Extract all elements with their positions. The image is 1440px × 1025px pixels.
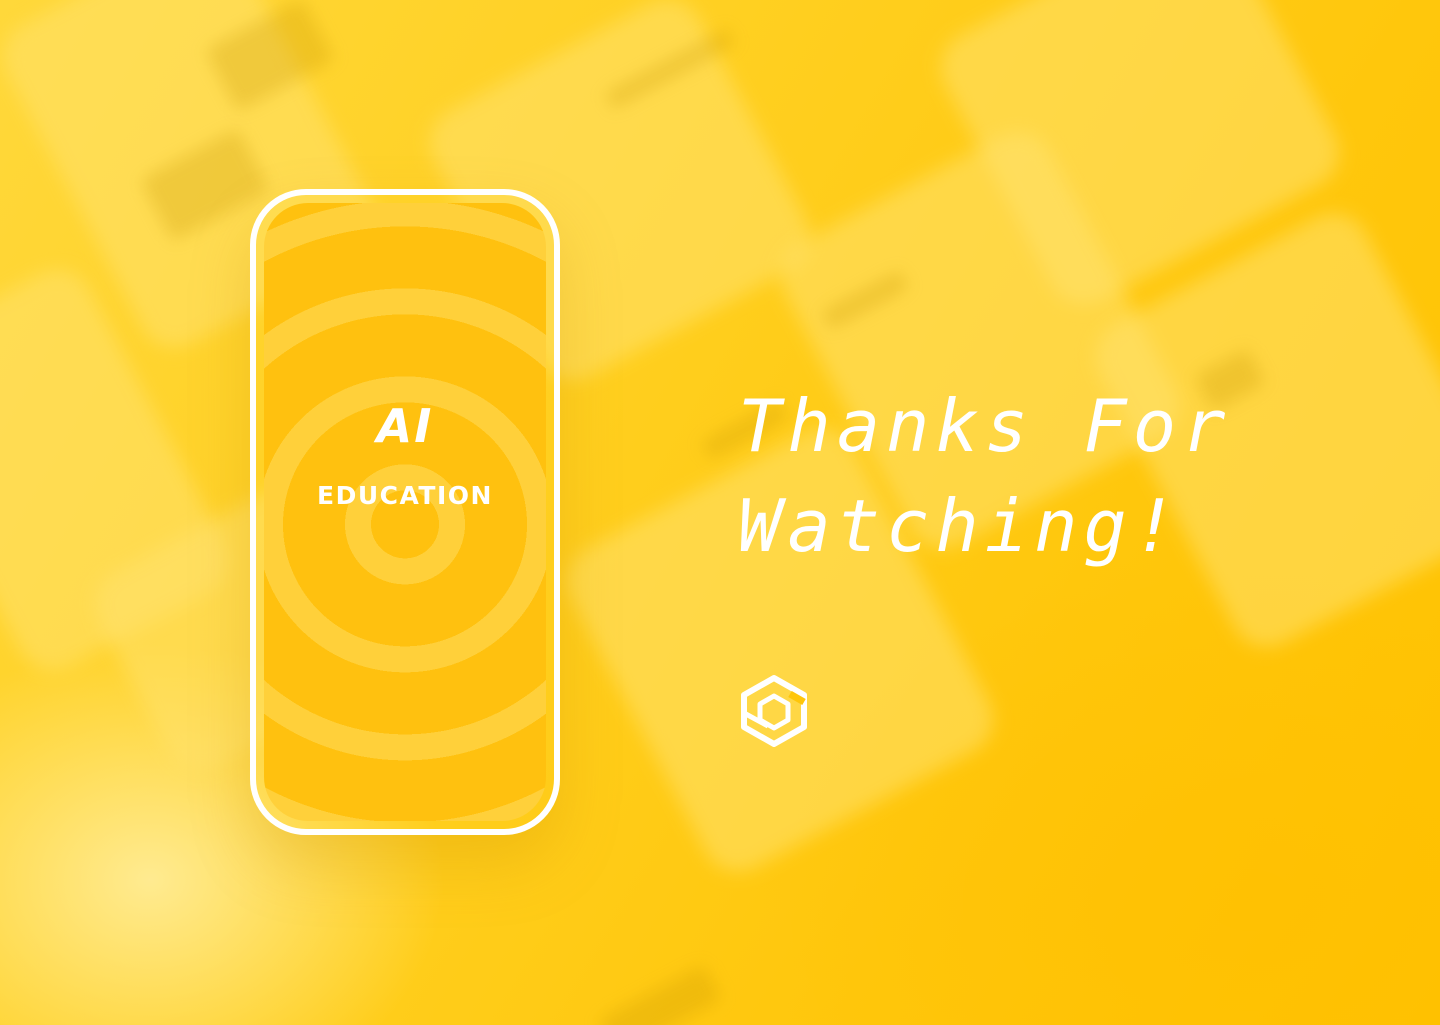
closing-line-1: Thanks For bbox=[738, 384, 1232, 468]
closing-message: Thanks For Watching! bbox=[738, 376, 1338, 576]
background-shape bbox=[597, 964, 723, 1025]
phone-mockup: AI EDUCATION bbox=[250, 189, 560, 835]
app-title: AI bbox=[376, 399, 434, 453]
closing-line-2: Watching! bbox=[738, 484, 1183, 568]
app-subtitle: EDUCATION bbox=[317, 481, 493, 510]
phone-screen: AI EDUCATION bbox=[264, 203, 546, 821]
hexagon-logo-icon bbox=[741, 675, 807, 747]
